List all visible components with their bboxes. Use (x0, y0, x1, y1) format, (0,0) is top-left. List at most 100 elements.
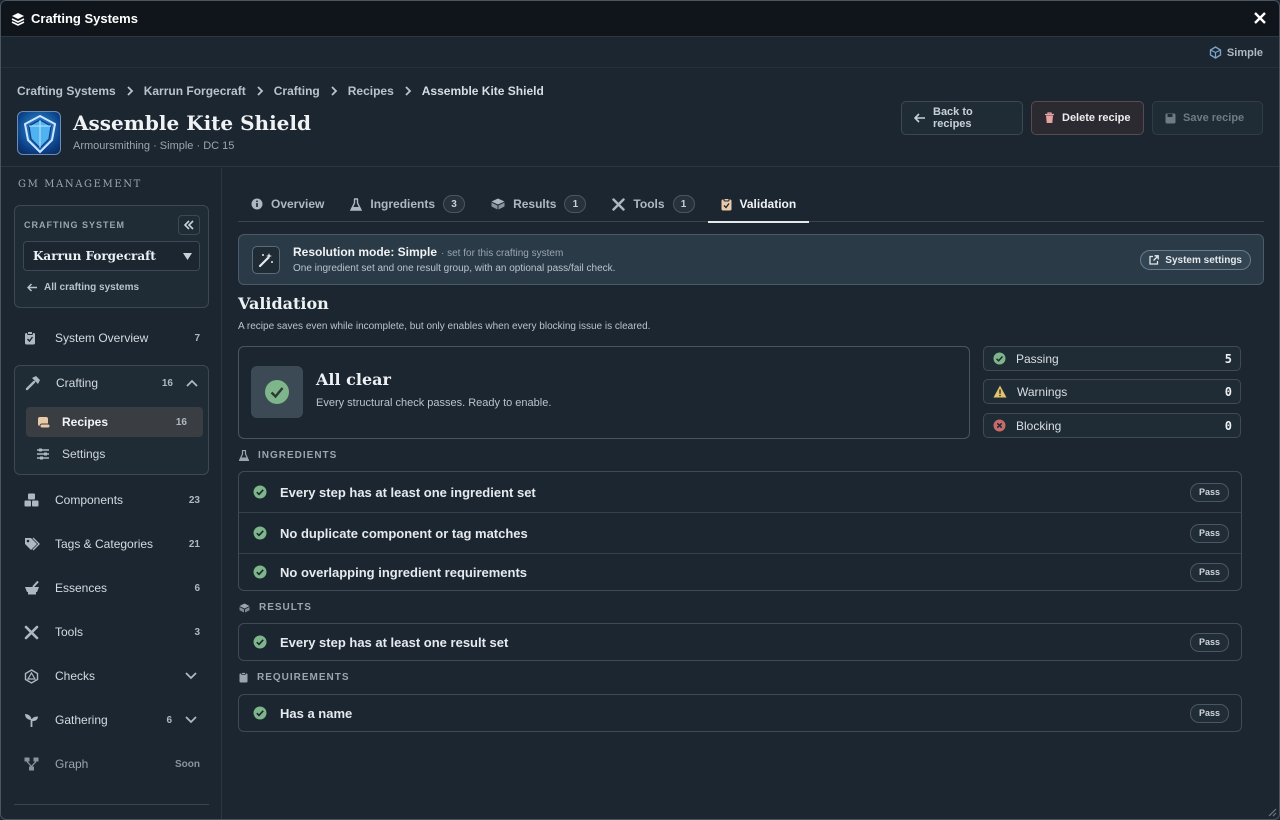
tab-badge: 3 (443, 195, 466, 213)
collapse-sidebar-button[interactable] (178, 215, 200, 235)
all-crafting-systems-link[interactable]: All crafting systems (27, 282, 139, 293)
stat-value: 0 (1224, 418, 1232, 433)
validation-description: A recipe saves even while incomplete, bu… (238, 321, 651, 332)
flask-icon (350, 197, 363, 211)
chevron-right-icon (126, 86, 134, 96)
check-label: No overlapping ingredient requirements (280, 564, 528, 580)
breadcrumb-item[interactable]: Crafting Systems (17, 84, 116, 98)
sidebar-subitem-label: Settings (62, 447, 106, 461)
system-settings-button[interactable]: System settings (1140, 250, 1251, 270)
banner-note: · set for this crafting system (441, 248, 564, 259)
save-label: Save recipe (1183, 112, 1245, 124)
sidebar-item-label: Tags & Categories (55, 537, 154, 551)
chevron-up-icon[interactable] (186, 379, 198, 387)
crafting-system-select[interactable]: Karrun Forgecraft (23, 241, 200, 271)
resize-handle-icon[interactable] (1267, 807, 1277, 817)
stat-label: Blocking (1016, 418, 1062, 433)
close-icon[interactable] (1253, 11, 1267, 25)
back-label: Back to recipes (933, 106, 973, 130)
info-icon (251, 198, 263, 210)
sidebar-item-count: 6 (194, 582, 200, 594)
recipe-subtitle: Armoursmithing · Simple · DC 15 (73, 140, 235, 152)
system-settings-label: System settings (1165, 254, 1242, 266)
sidebar-subitem-label: Recipes (62, 415, 109, 429)
sidebar-item-checks[interactable]: Checks (14, 660, 209, 692)
section-title: INGREDIENTS (258, 450, 338, 461)
back-to-recipes-button[interactable]: Back to recipes (901, 101, 1023, 135)
sprout-icon (14, 713, 40, 728)
window-title: Crafting Systems (31, 11, 138, 26)
section-header-results: RESULTS (239, 602, 312, 613)
tools-icon (612, 197, 626, 211)
sidebar-item-label: Crafting (56, 376, 99, 390)
check-circle-icon (253, 565, 267, 579)
stat-passing: Passing 5 (983, 346, 1241, 371)
summary-title: All clear (316, 370, 391, 389)
sidebar-item-tools[interactable]: Tools 3 (14, 616, 209, 648)
stat-blocking: Blocking 0 (983, 413, 1241, 438)
sidebar-item-graph[interactable]: Graph Soon (14, 748, 209, 780)
scroll-icon (26, 416, 51, 429)
mode-bar: Simple (1, 38, 1279, 68)
sidebar-item-recipes[interactable]: Recipes 16 (26, 407, 203, 437)
hammer-icon (15, 375, 41, 391)
breadcrumb-item[interactable]: Recipes (348, 84, 394, 98)
x-circle-icon (993, 419, 1006, 432)
check-label: Has a name (280, 705, 353, 721)
sidebar: GM MANAGEMENT CRAFTING SYSTEM Karrun For… (1, 168, 222, 819)
magic-wand-icon (252, 246, 280, 274)
validation-summary-card: All clear Every structural check passes.… (238, 346, 970, 439)
check-label: No duplicate component or tag matches (280, 525, 528, 541)
chevron-down-icon[interactable] (185, 672, 197, 680)
breadcrumb-item[interactable]: Crafting (274, 84, 320, 98)
sidebar-item-tags-categories[interactable]: Tags & Categories 21 (14, 528, 209, 560)
clipboard-icon (239, 672, 248, 683)
sidebar-item-gathering[interactable]: Gathering 6 (14, 704, 209, 736)
tab-results[interactable]: Results 1 (478, 186, 599, 222)
double-chevron-left-icon (183, 220, 195, 230)
sidebar-item-count: 6 (166, 714, 172, 726)
sidebar-item-count: 16 (161, 377, 173, 389)
sidebar-item-count: 23 (188, 494, 200, 506)
sidebar-item-count: 21 (188, 538, 200, 550)
save-recipe-button[interactable]: Save recipe (1152, 101, 1263, 135)
pass-badge: Pass (1189, 562, 1229, 582)
sidebar-item-components[interactable]: Components 23 (14, 484, 209, 516)
sidebar-item-essences[interactable]: Essences 6 (14, 572, 209, 604)
boxes-icon (14, 493, 40, 507)
section-title: REQUIREMENTS (257, 672, 350, 683)
check-circle-icon (253, 526, 267, 540)
tab-overview[interactable]: Overview (238, 186, 337, 222)
breadcrumb-item[interactable]: Karrun Forgecraft (144, 84, 246, 98)
arrow-left-icon (914, 113, 926, 123)
tab-ingredients[interactable]: Ingredients 3 (337, 186, 478, 222)
tools-icon (14, 625, 40, 640)
sidebar-item-settings[interactable]: Settings (26, 439, 203, 469)
section-header-requirements: REQUIREMENTS (239, 672, 350, 683)
check-row: Every step has at least one ingredient s… (239, 472, 1241, 513)
stat-label: Warnings (1017, 384, 1068, 399)
selected-system: Karrun Forgecraft (33, 249, 156, 263)
all-systems-label: All crafting systems (44, 282, 140, 293)
sidebar-item-crafting[interactable]: Crafting 16 (15, 366, 210, 400)
check-circle-icon (993, 352, 1006, 365)
check-label: Every step has at least one result set (280, 634, 509, 650)
chevron-right-icon (330, 86, 338, 96)
d20-icon (14, 668, 40, 684)
pass-badge: Pass (1189, 482, 1229, 502)
chevron-down-icon[interactable] (185, 716, 197, 724)
warning-icon (993, 385, 1007, 398)
title-bar: Crafting Systems (1, 1, 1279, 37)
sidebar-item-system-overview[interactable]: System Overview 7 (14, 322, 209, 354)
validation-heading: Validation (238, 294, 329, 313)
breadcrumb-current: Assemble Kite Shield (421, 84, 544, 98)
tab-tools[interactable]: Tools 1 (599, 186, 707, 222)
delete-recipe-button[interactable]: Delete recipe (1031, 101, 1144, 135)
sidebar-heading: GM MANAGEMENT (18, 179, 142, 190)
tags-icon (14, 537, 40, 551)
tab-validation[interactable]: Validation (707, 186, 810, 223)
check-circle-icon (253, 706, 267, 720)
sidebar-item-count: Soon (175, 758, 200, 770)
layers-icon (11, 12, 25, 26)
summary-description: Every structural check passes. Ready to … (316, 397, 552, 409)
